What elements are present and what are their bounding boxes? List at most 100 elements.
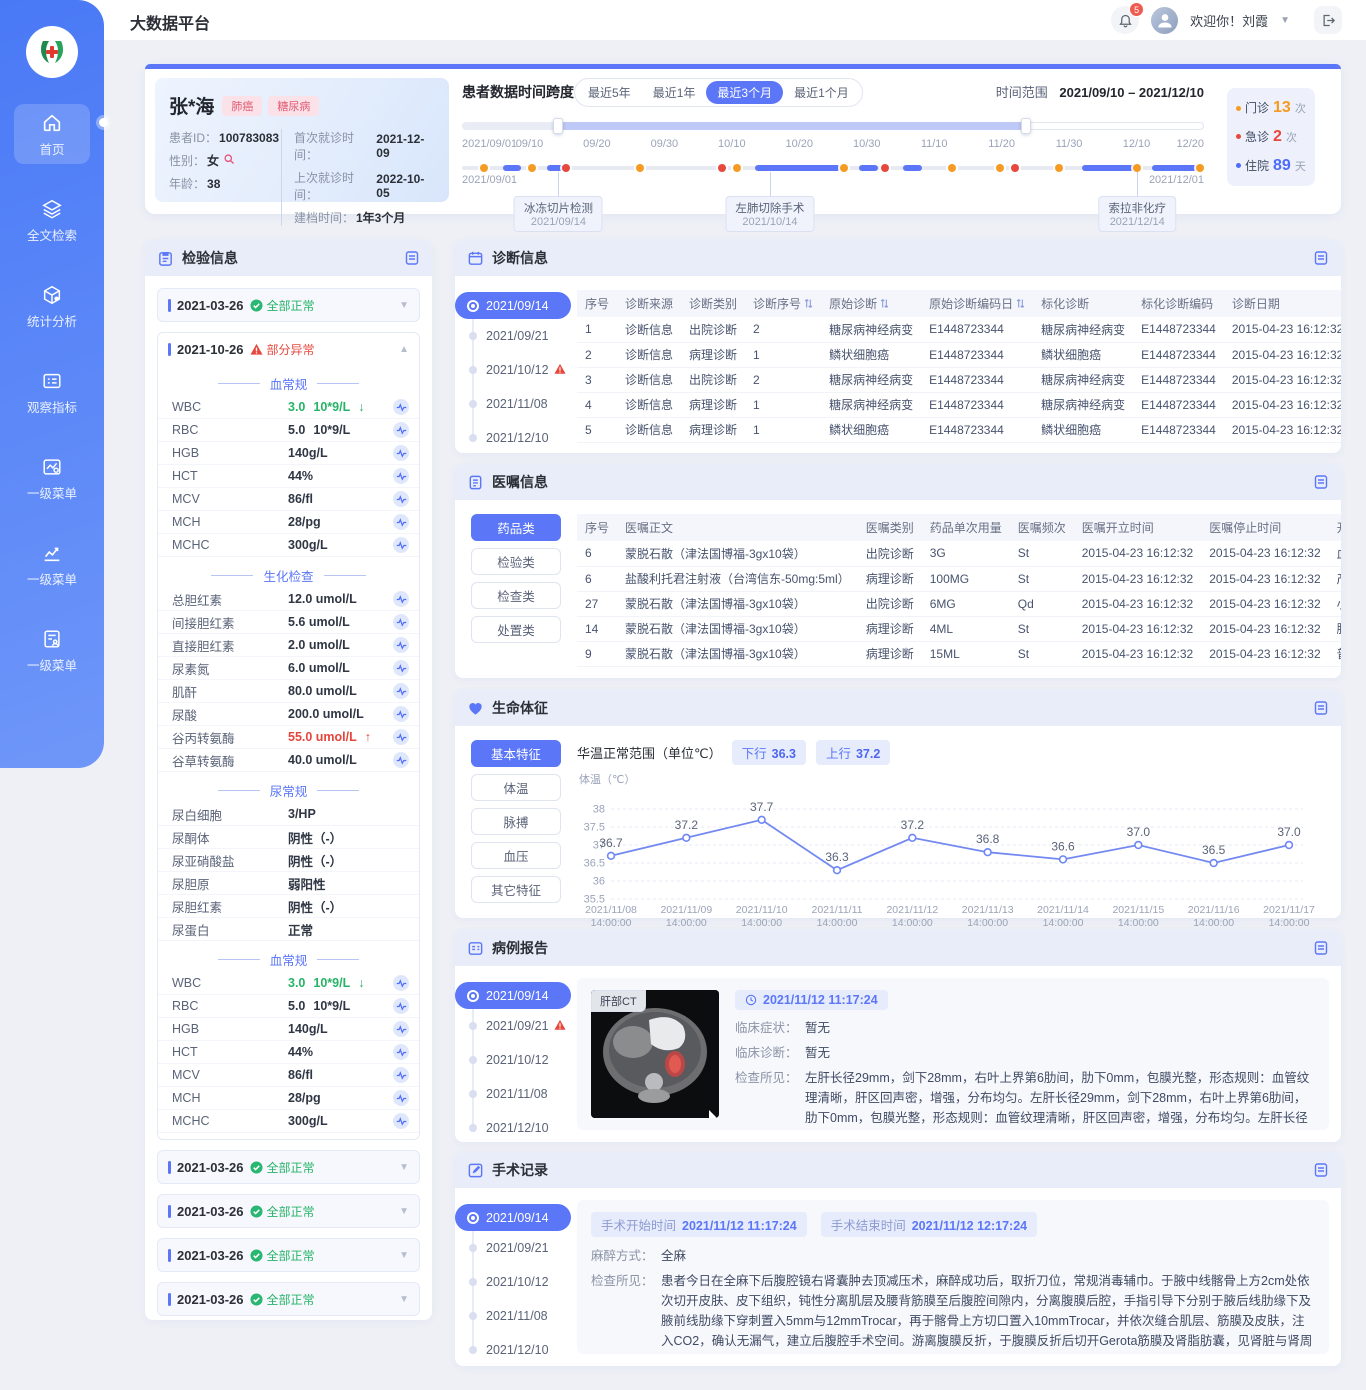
note-icon[interactable] [1313, 700, 1329, 716]
vitals-tab[interactable]: 其它特征 [471, 876, 561, 903]
sidebar-item-4[interactable]: 一级菜单 [14, 448, 90, 508]
lab-card-header[interactable]: 2021-03-26全部正常▼ [158, 1239, 419, 1271]
vitals-tab[interactable]: 体温 [471, 774, 561, 801]
note-icon[interactable] [1313, 940, 1329, 956]
chevron-down-icon[interactable]: ▼ [399, 300, 409, 311]
avatar[interactable] [1151, 7, 1178, 34]
diagnosis-column-header[interactable]: 原始诊断 [821, 290, 921, 317]
lab-card-header[interactable]: 2021-03-26全部正常▼ [158, 1283, 419, 1315]
report-date-item[interactable]: 2021/12/10 [455, 1111, 577, 1145]
lab-result-label: MCH [172, 1091, 288, 1105]
lab-card-header[interactable]: 2021-10-26部分异常▲ [158, 333, 419, 365]
chevron-down-icon[interactable]: ▼ [1280, 15, 1290, 26]
event-callout[interactable]: 左肺切除手术2021/10/14 [725, 196, 814, 232]
note-icon[interactable] [404, 250, 420, 266]
sidebar-item-5[interactable]: 一级菜单 [14, 534, 90, 594]
lab-card-header[interactable]: 2021-03-26全部正常▼ [158, 1195, 419, 1227]
ct-image[interactable]: 肝部CT [591, 990, 719, 1118]
trend-icon[interactable] [393, 537, 409, 553]
trend-icon[interactable] [393, 1044, 409, 1060]
range-option[interactable]: 最近5年 [577, 81, 642, 104]
surgery-date-item[interactable]: 2021/09/21 [455, 1231, 577, 1265]
trend-icon[interactable] [393, 514, 409, 530]
orders-tab[interactable]: 药品类 [471, 514, 561, 541]
slider-handle-start[interactable] [553, 118, 563, 134]
lab-card-date: 2021-03-26 [177, 1292, 244, 1307]
report-date-item[interactable]: 2021/10/12 [455, 1043, 577, 1077]
diagnosis-column-header[interactable]: 原始诊断编码日 [921, 290, 1033, 317]
slider-handle-end[interactable] [1021, 118, 1031, 134]
event-callout[interactable]: 索拉非化疗2021/12/14 [1098, 196, 1176, 232]
bell-icon[interactable]: 5 [1111, 6, 1139, 34]
trend-icon[interactable] [393, 752, 409, 768]
trend-icon[interactable] [393, 468, 409, 484]
logout-icon[interactable] [1314, 6, 1342, 34]
lab-card-header[interactable]: 2021-03-26全部正常▼ [158, 289, 419, 321]
surgery-date-item[interactable]: 2021/12/10 [455, 1333, 577, 1367]
trend-icon[interactable] [393, 491, 409, 507]
vitals-tab[interactable]: 血压 [471, 842, 561, 869]
trend-icon[interactable] [393, 1113, 409, 1129]
trend-icon[interactable] [393, 399, 409, 415]
range-option[interactable]: 最近1年 [642, 81, 707, 104]
report-date-item[interactable]: 2021/09/21 [455, 1009, 577, 1043]
vitals-tab[interactable]: 脉搏 [471, 808, 561, 835]
trend-icon[interactable] [393, 1090, 409, 1106]
surgery-date-item[interactable]: 2021/10/12 [455, 1265, 577, 1299]
sidebar-item-3[interactable]: 观察指标 [14, 362, 90, 422]
range-option[interactable]: 最近1个月 [783, 81, 860, 104]
trend-icon[interactable] [393, 706, 409, 722]
orders-tab[interactable]: 检验类 [471, 548, 561, 575]
diagnosis-date-item[interactable]: 2021/11/08 [455, 387, 577, 421]
trend-icon[interactable] [393, 975, 409, 991]
sidebar-item-0[interactable]: 首页 [14, 104, 90, 164]
event-callout[interactable]: 冰冻切片检测2021/09/14 [514, 196, 603, 232]
trend-icon[interactable] [393, 1067, 409, 1083]
welcome-text: 欢迎你！刘霞 [1190, 11, 1268, 30]
diagnosis-date-item[interactable]: 2021/10/12 [455, 353, 577, 387]
surgery-date-item[interactable]: 2021/11/08 [455, 1299, 577, 1333]
trend-icon[interactable] [393, 591, 409, 607]
stat-value: 89 [1273, 157, 1291, 175]
diagnosis-date-item[interactable]: 2021/12/10 [455, 421, 577, 455]
report-date-item[interactable]: 2021/11/08 [455, 1077, 577, 1111]
svg-text:14:00:00: 14:00:00 [967, 917, 1008, 929]
chevron-down-icon[interactable]: ▼ [399, 1206, 409, 1217]
notification-badge: 5 [1129, 2, 1144, 17]
trend-icon[interactable] [393, 614, 409, 630]
note-icon[interactable] [1313, 250, 1329, 266]
time-slider[interactable] [462, 122, 1204, 130]
diagnosis-cell: E1448723344 [921, 417, 1033, 442]
trend-icon[interactable] [393, 1021, 409, 1037]
sidebar-item-2[interactable]: 统计分析 [14, 276, 90, 336]
surgery-date-item[interactable]: 2021/09/14 [455, 1204, 571, 1231]
patient-tag: 糖尿病 [268, 96, 319, 116]
lab-card-header[interactable]: 2021-03-26全部正常▼ [158, 1151, 419, 1183]
chevron-down-icon[interactable]: ▼ [399, 1294, 409, 1305]
trend-icon[interactable] [393, 422, 409, 438]
trend-icon[interactable] [393, 445, 409, 461]
sidebar-item-1[interactable]: 全文检索 [14, 190, 90, 250]
range-option[interactable]: 最近3个月 [706, 81, 783, 104]
diagnosis-date-item[interactable]: 2021/09/21 [455, 319, 577, 353]
trend-icon[interactable] [393, 637, 409, 653]
report-date-item[interactable]: 2021/09/14 [455, 982, 571, 1009]
orders-tab[interactable]: 检查类 [471, 582, 561, 609]
chevron-down-icon[interactable]: ▼ [399, 1162, 409, 1173]
chevron-up-icon[interactable]: ▲ [399, 344, 409, 355]
diagnosis-cell: 1 [745, 417, 821, 442]
vitals-tab[interactable]: 基本特征 [471, 740, 561, 767]
trend-icon[interactable] [393, 998, 409, 1014]
search-icon[interactable] [223, 153, 235, 168]
diagnosis-date-item[interactable]: 2021/09/14 [455, 292, 571, 319]
chevron-down-icon[interactable]: ▼ [399, 1250, 409, 1261]
orders-tab[interactable]: 处置类 [471, 616, 561, 643]
trend-icon[interactable] [393, 729, 409, 745]
trend-icon[interactable] [393, 683, 409, 699]
diagnosis-column-header[interactable]: 诊断序号 [745, 290, 821, 317]
patient-tag: 肺癌 [222, 96, 262, 116]
note-icon[interactable] [1313, 474, 1329, 490]
note-icon[interactable] [1313, 1162, 1329, 1178]
sidebar-item-6[interactable]: 一级菜单 [14, 620, 90, 680]
trend-icon[interactable] [393, 660, 409, 676]
